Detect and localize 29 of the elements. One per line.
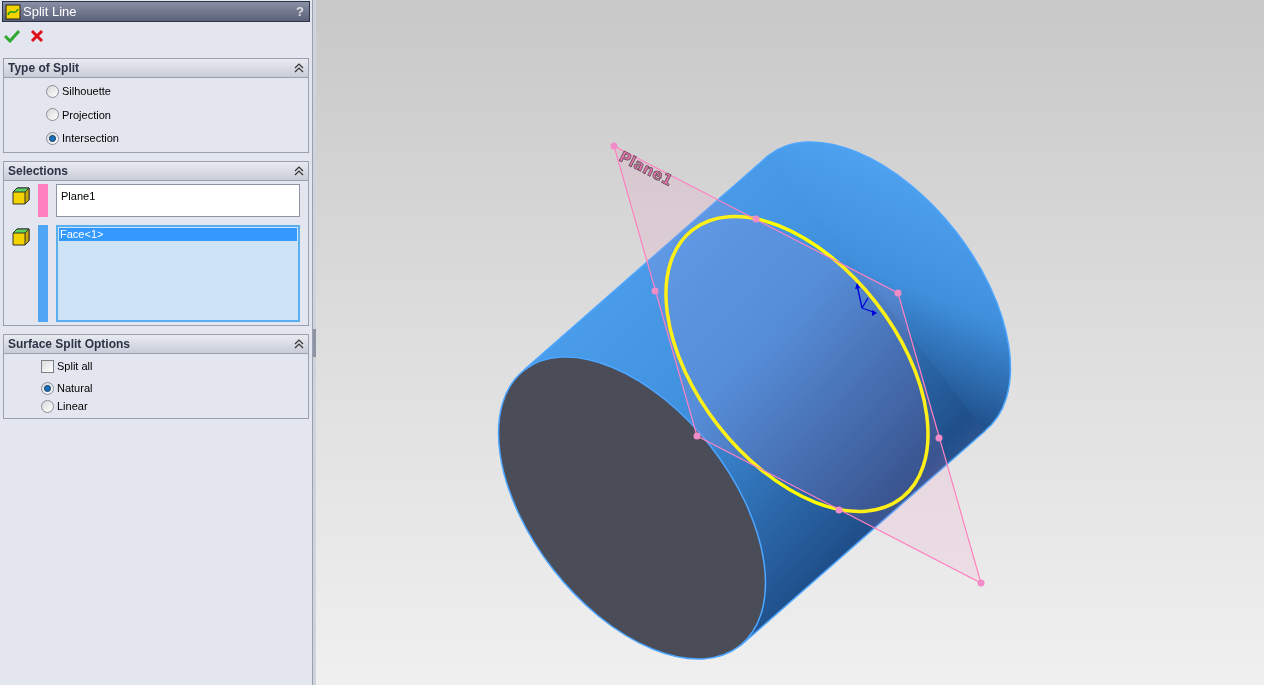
splitter-handle[interactable] (313, 328, 316, 357)
close-icon[interactable] (30, 29, 44, 43)
option-label: Intersection (62, 131, 119, 146)
checkbox[interactable] (41, 360, 54, 373)
cube-icon (12, 227, 30, 246)
axis-triad-icon (855, 283, 877, 316)
radio-button[interactable] (41, 399, 54, 413)
collapse-icon[interactable] (294, 165, 304, 176)
option-label: Natural (57, 380, 93, 396)
collapse-icon[interactable] (294, 63, 304, 73)
section-header[interactable]: Surface Split Options (4, 334, 308, 354)
section-header[interactable]: Type of Split (4, 59, 308, 78)
section-title: Selections (8, 162, 69, 180)
radio-button[interactable] (41, 381, 54, 395)
section-header[interactable]: Selections (4, 161, 308, 181)
section-title: Surface Split Options (8, 335, 130, 353)
option-label: Silhouette (62, 84, 111, 99)
selection-field[interactable]: Plane1 (56, 183, 300, 217)
radio-button[interactable] (46, 131, 59, 145)
radio-button[interactable] (46, 108, 59, 122)
collapse-icon[interactable] (294, 338, 304, 349)
ok-icon[interactable] (4, 29, 20, 43)
section-title: Type of Split (8, 60, 80, 77)
radio-button[interactable] (46, 84, 59, 98)
cube-icon (12, 186, 30, 205)
option-label: Linear (57, 398, 88, 414)
option-label: Projection (62, 107, 111, 123)
option-label: Split all (57, 359, 93, 375)
window-title: Split Line (23, 2, 77, 21)
